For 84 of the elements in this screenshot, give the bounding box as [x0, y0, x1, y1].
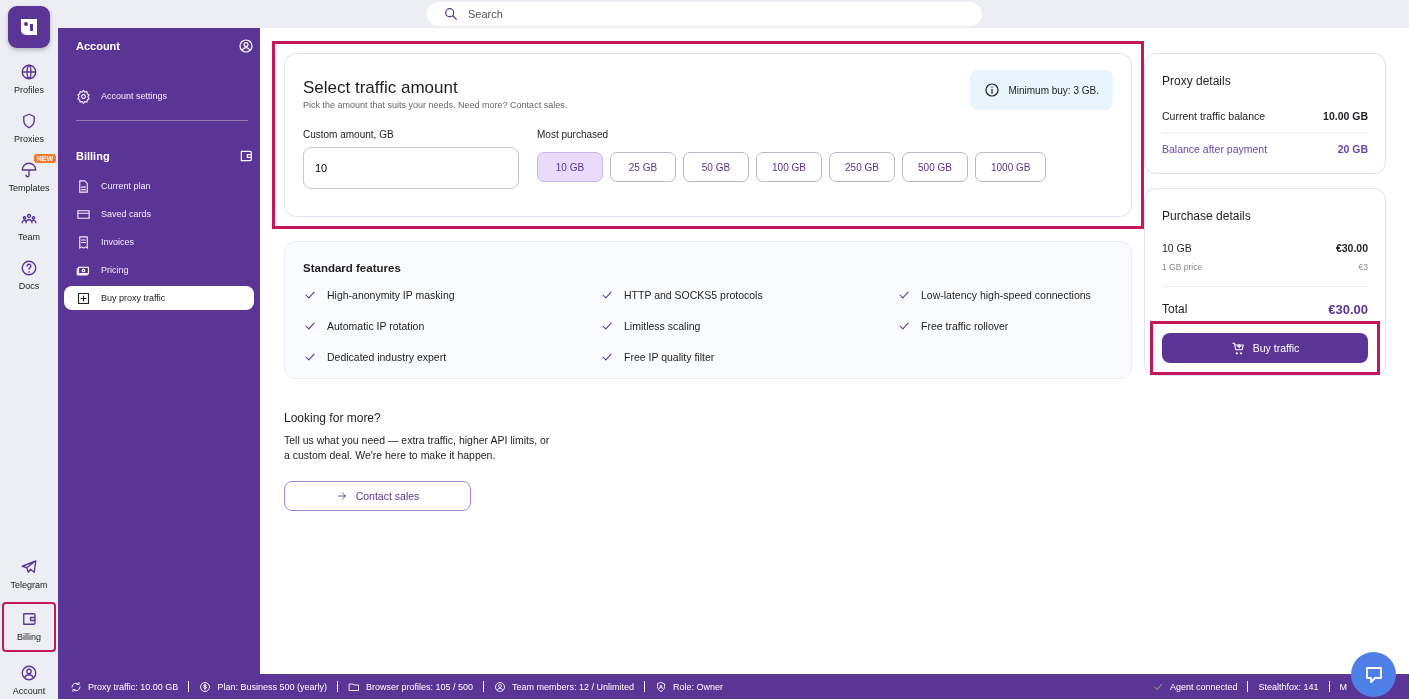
nav-item[interactable]: Account — [4, 661, 54, 699]
nav-item[interactable]: Telegram — [4, 555, 54, 593]
dollar-icon — [199, 680, 212, 693]
detail-label: Current traffic balance — [1162, 110, 1266, 122]
amount-option[interactable]: 1000 GB — [975, 152, 1047, 182]
umbrella-icon — [20, 161, 38, 179]
feature-text: Limitless scaling — [624, 320, 701, 332]
feature-text: High-anonymity IP masking — [327, 289, 455, 301]
section-title: Account — [76, 40, 120, 52]
feature-text: HTTP and SOCKS5 protocols — [624, 289, 763, 301]
menu-item[interactable]: Buy proxy traffic — [64, 286, 254, 310]
feature-text: Low-latency high-speed connections — [921, 289, 1091, 301]
amount-option[interactable]: 250 GB — [829, 152, 895, 182]
feature-text: Free IP quality filter — [624, 351, 715, 363]
status-text: Agent connected — [1169, 681, 1238, 692]
card-title: Standard features — [303, 262, 402, 274]
status-text: Stealthfox: 141 — [1258, 681, 1319, 692]
detail-value: 10.00 GB — [1323, 110, 1368, 122]
feature-text: Free traffic rollover — [921, 320, 1009, 332]
amount-option[interactable]: 25 GB — [610, 152, 676, 182]
folder-icon — [347, 680, 360, 693]
help-icon — [20, 259, 38, 277]
document-icon — [76, 178, 91, 194]
wallet-icon — [238, 148, 254, 164]
menu-item[interactable]: Account settings — [64, 84, 254, 108]
nav-item[interactable]: Proxies — [4, 109, 54, 147]
card-subtitle: Pick the amount that suits your needs. Need more? Contact sales. — [303, 100, 568, 110]
user-icon — [494, 680, 506, 693]
amount-option[interactable]: 10 GB — [537, 152, 603, 182]
total-value: €30.00 — [1328, 302, 1368, 317]
field-label: Most purchased — [537, 129, 610, 140]
card-title: Proxy details — [1162, 74, 1232, 88]
cart-icon — [1230, 341, 1245, 355]
total-label: Total — [1162, 302, 1188, 317]
nav-item[interactable]: Billing — [4, 604, 54, 650]
nav-item[interactable]: Team — [4, 207, 54, 245]
section-title: Billing — [76, 150, 110, 162]
feature-text: Dedicated industry expert — [327, 351, 447, 363]
status-text: M — [1339, 681, 1347, 692]
status-text: Proxy traffic: 10.00 GB — [88, 681, 179, 692]
wallet-icon — [20, 610, 38, 628]
status-text: Plan: Business 500 (yearly) — [217, 681, 327, 692]
amount-option[interactable]: 50 GB — [683, 152, 749, 182]
nav-item[interactable]: Docs — [4, 256, 54, 294]
field-label: Custom amount, GB — [303, 129, 395, 140]
info-note: Minimum buy: 3 GB. — [970, 70, 1113, 110]
user-icon[interactable] — [238, 38, 254, 54]
contact-button[interactable]: Contact sales — [284, 481, 471, 512]
status-text: Team members: 12 / Unlimited — [512, 681, 635, 692]
arrow-icon — [335, 490, 348, 503]
user-icon — [20, 664, 38, 682]
search-icon — [443, 6, 459, 22]
shield-icon — [655, 680, 668, 693]
nav-item[interactable]: Profiles — [4, 60, 54, 98]
card-title: Select traffic amount — [303, 78, 459, 98]
detail-label: Balance after payment — [1162, 143, 1268, 155]
globe-icon — [20, 63, 38, 81]
status-text: Browser profiles: 105 / 500 — [365, 681, 473, 692]
amount-field[interactable]: 10 — [303, 147, 519, 189]
buy-button[interactable]: Buy traffic — [1162, 333, 1368, 363]
search-field[interactable]: Search — [427, 2, 982, 26]
shield-icon — [20, 112, 38, 130]
detail-label: 10 GB — [1162, 242, 1192, 254]
amount-option[interactable]: 500 GB — [902, 152, 968, 182]
gear-icon — [76, 88, 91, 104]
section-text: Tell us what you need — extra traffic, higher API limits, or a custom deal. We're here to make it happen. — [284, 433, 551, 464]
card-title: Purchase details — [1162, 209, 1252, 223]
menu-item[interactable]: Pricing — [64, 258, 254, 282]
menu-item[interactable]: Invoices — [64, 230, 254, 254]
detail-label: 1 GB price — [1162, 262, 1203, 272]
status-text: Role: Owner — [673, 681, 724, 692]
circle-arrows-icon — [70, 680, 82, 693]
receipt-icon — [76, 234, 91, 250]
info-icon — [984, 82, 1001, 98]
detail-value: €30.00 — [1335, 242, 1368, 254]
detail-value: €3 — [1358, 262, 1368, 272]
menu-item[interactable]: Current plan — [64, 174, 254, 198]
amount-option[interactable]: 100 GB — [756, 152, 822, 182]
section-title: Looking for more? — [284, 411, 381, 425]
feature-text: Automatic IP rotation — [327, 320, 425, 332]
detail-value: 20 GB — [1337, 143, 1368, 155]
menu-item[interactable]: Saved cards — [64, 202, 254, 226]
app-logo[interactable] — [8, 6, 50, 48]
paper-plane-icon — [20, 558, 38, 576]
